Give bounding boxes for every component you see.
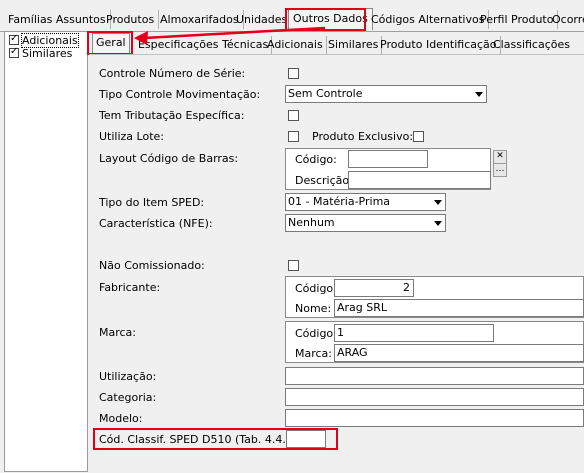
marca-codigo-label: Código: <box>295 327 337 340</box>
checkbox[interactable] <box>9 46 19 58</box>
fabricante-nome-input[interactable]: Arag SRL <box>334 299 584 317</box>
layout-codigo-input[interactable] <box>348 150 428 168</box>
tab-codigos-alternativos[interactable]: Códigos Alternativos <box>367 10 490 29</box>
ellipsis-icon[interactable]: … <box>493 163 507 177</box>
list-item[interactable]: Similares <box>9 46 73 60</box>
fabricante-codigo-input[interactable]: 2 <box>334 279 414 297</box>
marca-marca-input[interactable]: ARAG <box>334 344 584 362</box>
utiliza-lote-checkbox[interactable] <box>288 131 299 142</box>
tipo-controle-mov-label: Tipo Controle Movimentação: <box>99 88 261 101</box>
tipo-item-sped-value: 01 - Matéria-Prima <box>288 195 391 208</box>
tem-tributacao-label: Tem Tributação Específica: <box>99 109 245 122</box>
annotation-arrow <box>134 26 326 45</box>
list-item[interactable]: Adicionais <box>9 33 79 48</box>
controle-numero-serie-checkbox[interactable] <box>288 68 299 79</box>
layout-descricao-label: Descrição: <box>295 174 353 187</box>
caracteristica-nfe-value: Nenhum <box>288 216 335 229</box>
caracteristica-nfe-select[interactable]: Nenhum <box>285 214 446 232</box>
list-item-label: Similares <box>22 47 73 60</box>
tipo-controle-mov-select[interactable]: Sem Controle <box>285 85 487 103</box>
tipo-item-sped-select[interactable]: 01 - Matéria-Prima <box>285 193 446 211</box>
layout-codigo-label: Código: <box>295 153 337 166</box>
highlight-cod-classif-sped <box>93 428 338 450</box>
marca-label: Marca: <box>99 326 137 339</box>
controle-numero-serie-label: Controle Número de Série: <box>99 67 246 80</box>
nao-comissionado-checkbox[interactable] <box>288 260 299 271</box>
utiliza-lote-label: Utiliza Lote: <box>99 130 164 143</box>
layout-codigo-barras-label: Layout Código de Barras: <box>99 152 239 165</box>
marca-codigo-input[interactable]: 1 <box>334 324 494 342</box>
caracteristica-nfe-label: Característica (NFE): <box>99 217 213 230</box>
fabricante-label: Fabricante: <box>99 281 161 294</box>
produto-exclusivo-label: Produto Exclusivo: <box>312 130 414 143</box>
utilizacao-input[interactable] <box>285 367 584 385</box>
tab-familias-assuntos[interactable]: Famílias Assuntos <box>4 10 111 29</box>
modelo-label: Modelo: <box>99 412 143 425</box>
fabricante-nome-label: Nome: <box>295 302 332 315</box>
tab-ocorrencias[interactable]: Ocorrê <box>548 10 584 29</box>
marca-marca-label: Marca: <box>295 347 333 360</box>
utilizacao-label: Utilização: <box>99 370 157 383</box>
tab-perfil-produto[interactable]: Perfil Produto <box>476 10 559 29</box>
chevron-down-icon[interactable] <box>470 86 486 102</box>
close-icon[interactable]: ✕ <box>493 150 507 164</box>
tem-tributacao-checkbox[interactable] <box>288 110 299 121</box>
tab-similares[interactable]: Similares <box>325 36 383 54</box>
left-list-panel: Adicionais Similares <box>4 31 88 472</box>
tab-classificacoes[interactable]: Classificações <box>490 36 573 54</box>
list-item-label: Adicionais <box>21 33 79 48</box>
layout-descricao-input[interactable] <box>348 171 491 189</box>
categoria-input[interactable] <box>285 388 584 406</box>
modelo-input[interactable] <box>285 409 584 427</box>
chevron-down-icon[interactable] <box>429 215 445 231</box>
chevron-down-icon[interactable] <box>429 194 445 210</box>
checkbox[interactable] <box>9 33 19 45</box>
fabricante-codigo-label: Código: <box>295 282 337 295</box>
categoria-label: Categoria: <box>99 391 157 404</box>
tipo-controle-mov-value: Sem Controle <box>288 87 363 100</box>
nao-comissionado-label: Não Comissionado: <box>99 259 205 272</box>
produto-exclusivo-checkbox[interactable] <box>413 131 424 142</box>
tipo-item-sped-label: Tipo do Item SPED: <box>99 196 205 209</box>
tab-produto-identificacao[interactable]: Produto Identificação <box>377 36 501 54</box>
